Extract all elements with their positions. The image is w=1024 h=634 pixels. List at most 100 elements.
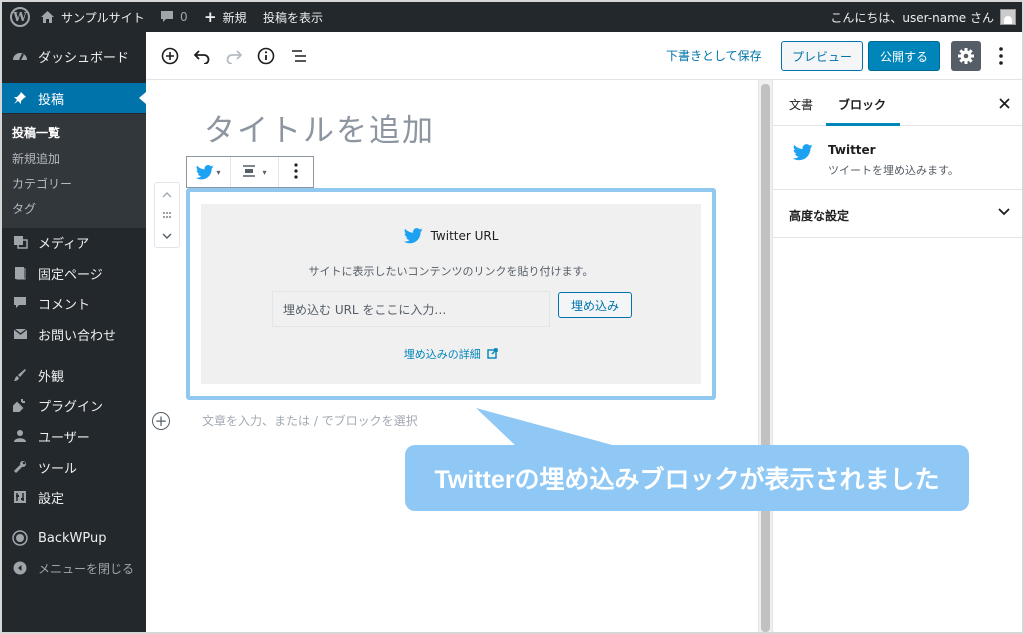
plugin-icon — [11, 398, 29, 412]
new-content-link[interactable]: + 新規 — [204, 2, 247, 32]
block-toolbar: ▾ ▾ — [186, 156, 314, 188]
menu-contact-label: お問い合わせ — [38, 328, 117, 344]
menu-appearance[interactable]: 外観 — [2, 360, 146, 390]
menu-pages[interactable]: 固定ページ — [2, 258, 146, 288]
submenu-tags[interactable]: タグ — [12, 200, 36, 217]
drag-icon[interactable] — [155, 205, 179, 225]
kebab-icon[interactable] — [992, 44, 1010, 68]
save-draft-button[interactable]: 下書きとして保存 — [666, 47, 762, 64]
collapse-icon — [11, 561, 29, 575]
wordpress-icon: W — [10, 7, 30, 27]
menu-posts-label: 投稿 — [38, 92, 65, 108]
pin-icon — [11, 91, 29, 105]
wrench-icon — [11, 460, 29, 474]
twitter-icon — [403, 228, 423, 244]
learn-more-label: 埋め込みの詳細 — [403, 348, 481, 361]
view-post-label: 投稿を表示 — [263, 10, 324, 25]
block-card-title: Twitter — [828, 143, 876, 157]
align-dropdown[interactable]: ▾ — [231, 157, 279, 187]
submenu-categories[interactable]: カテゴリー — [12, 175, 72, 192]
brush-icon — [11, 368, 29, 382]
site-name: サンプルサイト — [61, 10, 145, 25]
posts-submenu: 投稿一覧 新規追加 カテゴリー タグ — [2, 114, 146, 228]
menu-media[interactable]: メディア — [2, 227, 146, 257]
submenu-all-posts[interactable]: 投稿一覧 — [12, 124, 60, 141]
view-post-link[interactable]: 投稿を表示 — [263, 2, 323, 32]
chevron-up-icon[interactable] — [155, 185, 179, 205]
menu-contact[interactable]: お問い合わせ — [2, 319, 146, 349]
kebab-icon — [294, 162, 298, 182]
embed-button[interactable]: 埋め込み — [558, 292, 632, 318]
block-mover — [154, 182, 180, 248]
chevron-down-icon[interactable] — [155, 226, 179, 246]
chevron-down-icon — [998, 204, 1010, 220]
comments-link[interactable]: 0 — [160, 2, 188, 32]
advanced-settings-title: 高度な設定 — [789, 209, 850, 223]
plus-icon: + — [204, 8, 217, 26]
menu-dashboard-label: ダッシュボード — [38, 50, 130, 66]
twitter-embed-block[interactable]: Twitter URL サイトに表示したいコンテンツのリンクを貼り付けます。 埋… — [201, 204, 701, 384]
menu-pages-label: 固定ページ — [38, 267, 103, 283]
scrollbar-thumb[interactable] — [761, 84, 770, 632]
external-link-icon — [487, 348, 498, 362]
block-more-options[interactable] — [279, 157, 313, 187]
admin-sidebar: ダッシュボード 投稿 投稿一覧 新規追加 カテゴリー タグ メディア 固定ページ — [2, 32, 146, 632]
dashboard-icon — [11, 49, 29, 63]
media-icon — [11, 235, 29, 249]
menu-users[interactable]: ユーザー — [2, 421, 146, 451]
block-switcher[interactable]: ▾ — [187, 157, 231, 187]
site-name-link[interactable]: サンプルサイト — [40, 2, 145, 32]
menu-dashboard[interactable]: ダッシュボード — [2, 41, 146, 71]
menu-comments[interactable]: コメント — [2, 288, 146, 318]
outline-icon[interactable] — [287, 44, 311, 68]
advanced-settings-panel[interactable]: 高度な設定 — [773, 190, 1022, 238]
block-card: Twitter ツイートを埋め込みます。 — [773, 126, 1022, 190]
embed-learn-more-link[interactable]: 埋め込みの詳細 — [201, 346, 701, 362]
preview-button[interactable]: プレビュー — [781, 41, 863, 71]
collapse-menu-label: メニューを閉じる — [38, 561, 135, 576]
menu-tools[interactable]: ツール — [2, 452, 146, 482]
menu-tools-label: ツール — [38, 461, 78, 477]
embed-label-text: Twitter URL — [430, 229, 499, 243]
tab-document[interactable]: 文書 — [789, 96, 813, 113]
menu-media-label: メディア — [38, 236, 90, 252]
info-icon[interactable] — [254, 44, 278, 68]
canvas-scrollbar[interactable] — [758, 80, 772, 632]
embed-instructions: サイトに表示したいコンテンツのリンクを貼り付けます。 — [308, 265, 594, 278]
gear-icon[interactable] — [951, 41, 981, 71]
publish-button[interactable]: 公開する — [868, 41, 940, 71]
new-label: 新規 — [222, 10, 247, 25]
comments-count: 0 — [180, 10, 188, 24]
block-card-description: ツイートを埋め込みます。 — [828, 164, 959, 177]
menu-settings-label: 設定 — [38, 491, 65, 507]
settings-tabs: 文書 ブロック — [773, 80, 1022, 126]
twitter-icon — [793, 144, 813, 161]
tab-block[interactable]: ブロック — [838, 96, 886, 113]
embed-url-input[interactable]: 埋め込む URL をここに入力… — [272, 291, 550, 327]
add-block-icon[interactable]: + — [152, 412, 170, 430]
add-block-icon[interactable] — [158, 44, 182, 68]
settings-icon — [11, 490, 29, 504]
post-title-input[interactable]: タイトルを追加 — [204, 105, 435, 150]
twitter-icon — [196, 164, 215, 180]
callout-text: Twitterの埋め込みブロックが表示されました — [434, 466, 940, 494]
user-icon — [11, 429, 29, 443]
wp-logo-menu[interactable]: W — [10, 2, 30, 32]
menu-posts[interactable]: 投稿 — [2, 83, 146, 113]
collapse-menu-button[interactable]: メニューを閉じる — [2, 553, 146, 583]
close-icon[interactable] — [999, 94, 1010, 113]
editor-canvas: タイトルを追加 ▾ ▾ Twitter URL サイトに表示したいコンテンツのリ… — [146, 80, 758, 632]
menu-settings[interactable]: 設定 — [2, 482, 146, 512]
menu-backwpup[interactable]: BackWPup — [2, 523, 146, 553]
redo-icon[interactable] — [222, 44, 246, 68]
submenu-add-new[interactable]: 新規追加 — [12, 150, 60, 167]
callout-annotation: Twitterの埋め込みブロックが表示されました — [405, 445, 969, 511]
menu-plugins[interactable]: プラグイン — [2, 390, 146, 420]
greeting: こんにちは、user-name さん — [830, 10, 994, 25]
paragraph-placeholder[interactable]: 文章を入力、または / でブロックを選択 — [202, 412, 418, 429]
undo-icon[interactable] — [190, 44, 214, 68]
menu-backwpup-label: BackWPup — [38, 530, 107, 546]
comment-icon — [11, 296, 29, 310]
my-account[interactable]: こんにちは、user-name さん — [830, 2, 1016, 32]
menu-comments-label: コメント — [38, 297, 91, 313]
